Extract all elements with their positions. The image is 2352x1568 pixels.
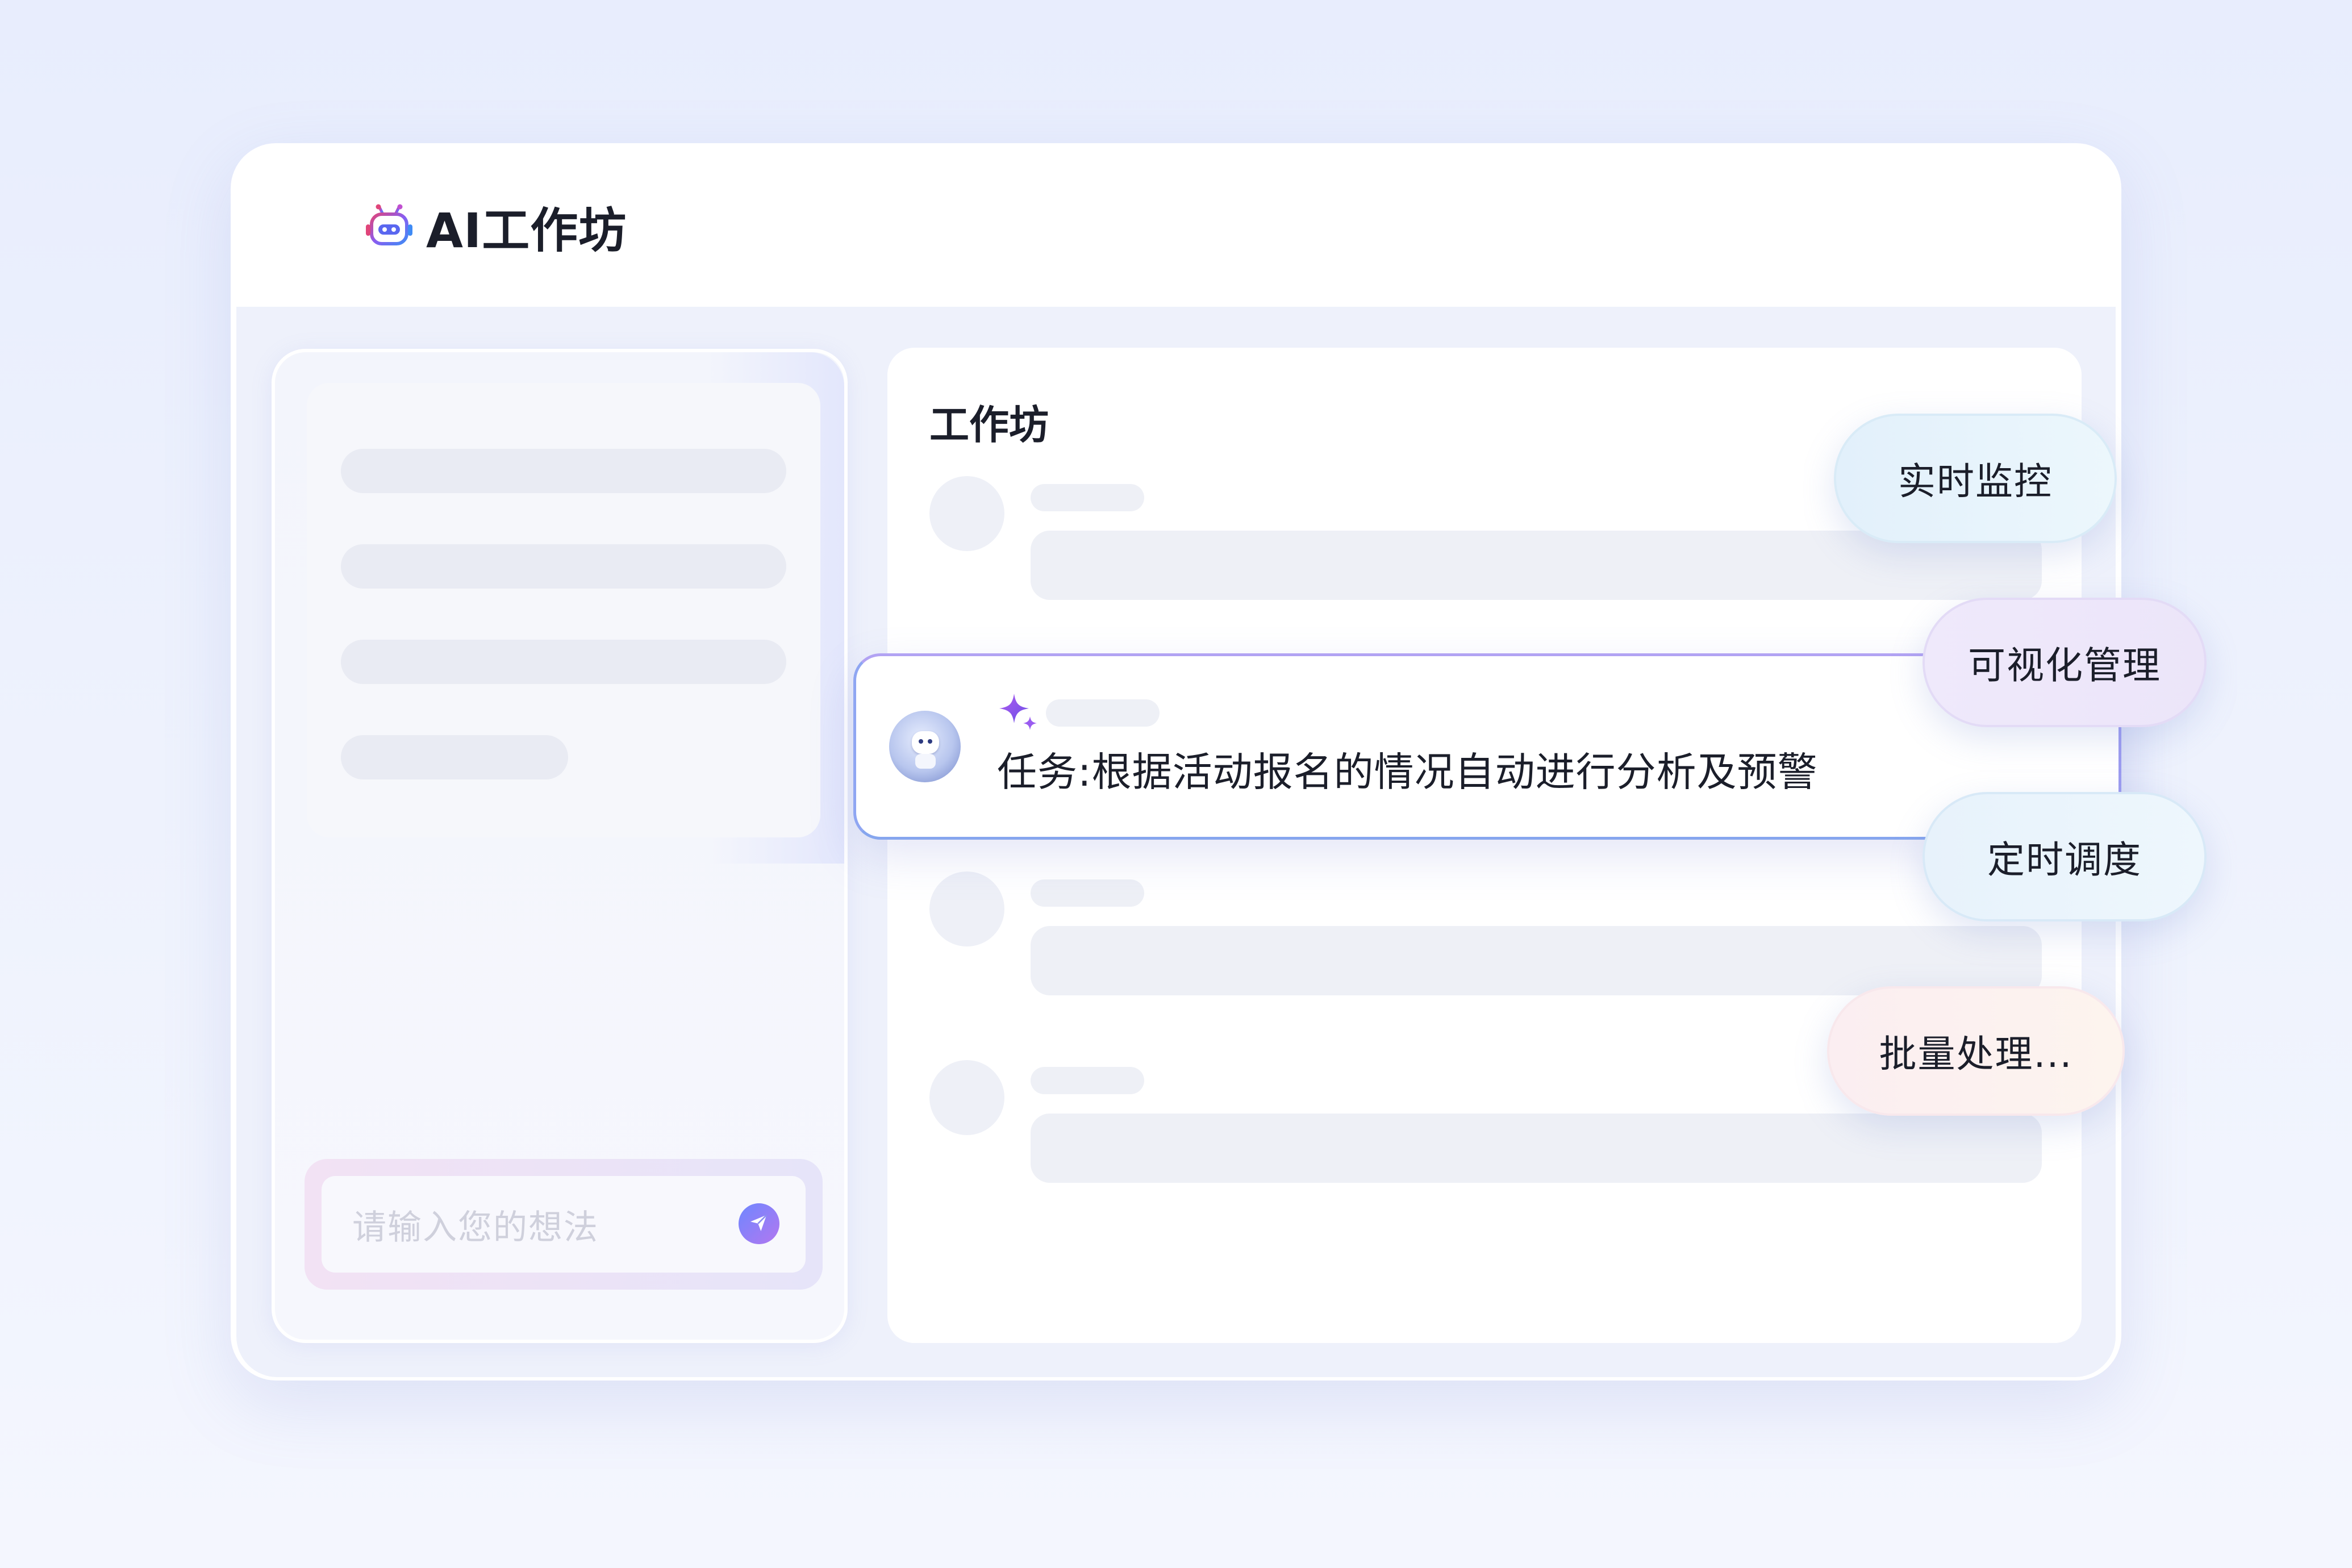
placeholder-line [1031,1114,2042,1183]
placeholder-line [341,544,786,589]
sparkle-icon [997,690,1040,733]
placeholder-line [1031,926,2042,995]
feature-pill-batch-processing[interactable]: 批量处理... [1827,986,2125,1116]
placeholder-avatar [929,871,1004,946]
chat-input-wrapper: 请输入您的想法 [305,1159,823,1290]
workshop-title: 工作坊 [929,402,1049,448]
placeholder-avatar [929,476,1004,551]
robot-avatar-icon [912,731,939,754]
app-header: AI工作坊 [365,194,627,260]
placeholder-line [1031,484,1144,511]
ai-avatar [889,711,961,782]
placeholder-line [1031,1067,1144,1094]
chat-input[interactable]: 请输入您的想法 [322,1176,806,1273]
placeholder-line [341,640,786,684]
placeholder-avatar [929,1060,1004,1135]
feature-pill-visual-management[interactable]: 可视化管理 [1923,598,2207,727]
chat-history-card [307,383,820,837]
send-icon [748,1211,770,1236]
placeholder-line [341,449,786,493]
feature-pill-realtime-monitoring[interactable]: 实时监控 [1834,414,2117,543]
placeholder-line [1046,699,1160,727]
chat-panel: 请输入您的想法 [272,349,848,1343]
task-text: 任务:根据活动报名的情况自动进行分析及预警 [997,749,1818,795]
chat-input-placeholder: 请输入您的想法 [352,1207,599,1248]
placeholder-line [1031,879,1144,907]
feature-pill-scheduled-dispatch[interactable]: 定时调度 [1923,792,2207,921]
robot-icon [365,204,414,251]
placeholder-line [341,735,568,779]
send-button[interactable] [739,1203,779,1244]
app-title: AI工作坊 [426,203,627,258]
